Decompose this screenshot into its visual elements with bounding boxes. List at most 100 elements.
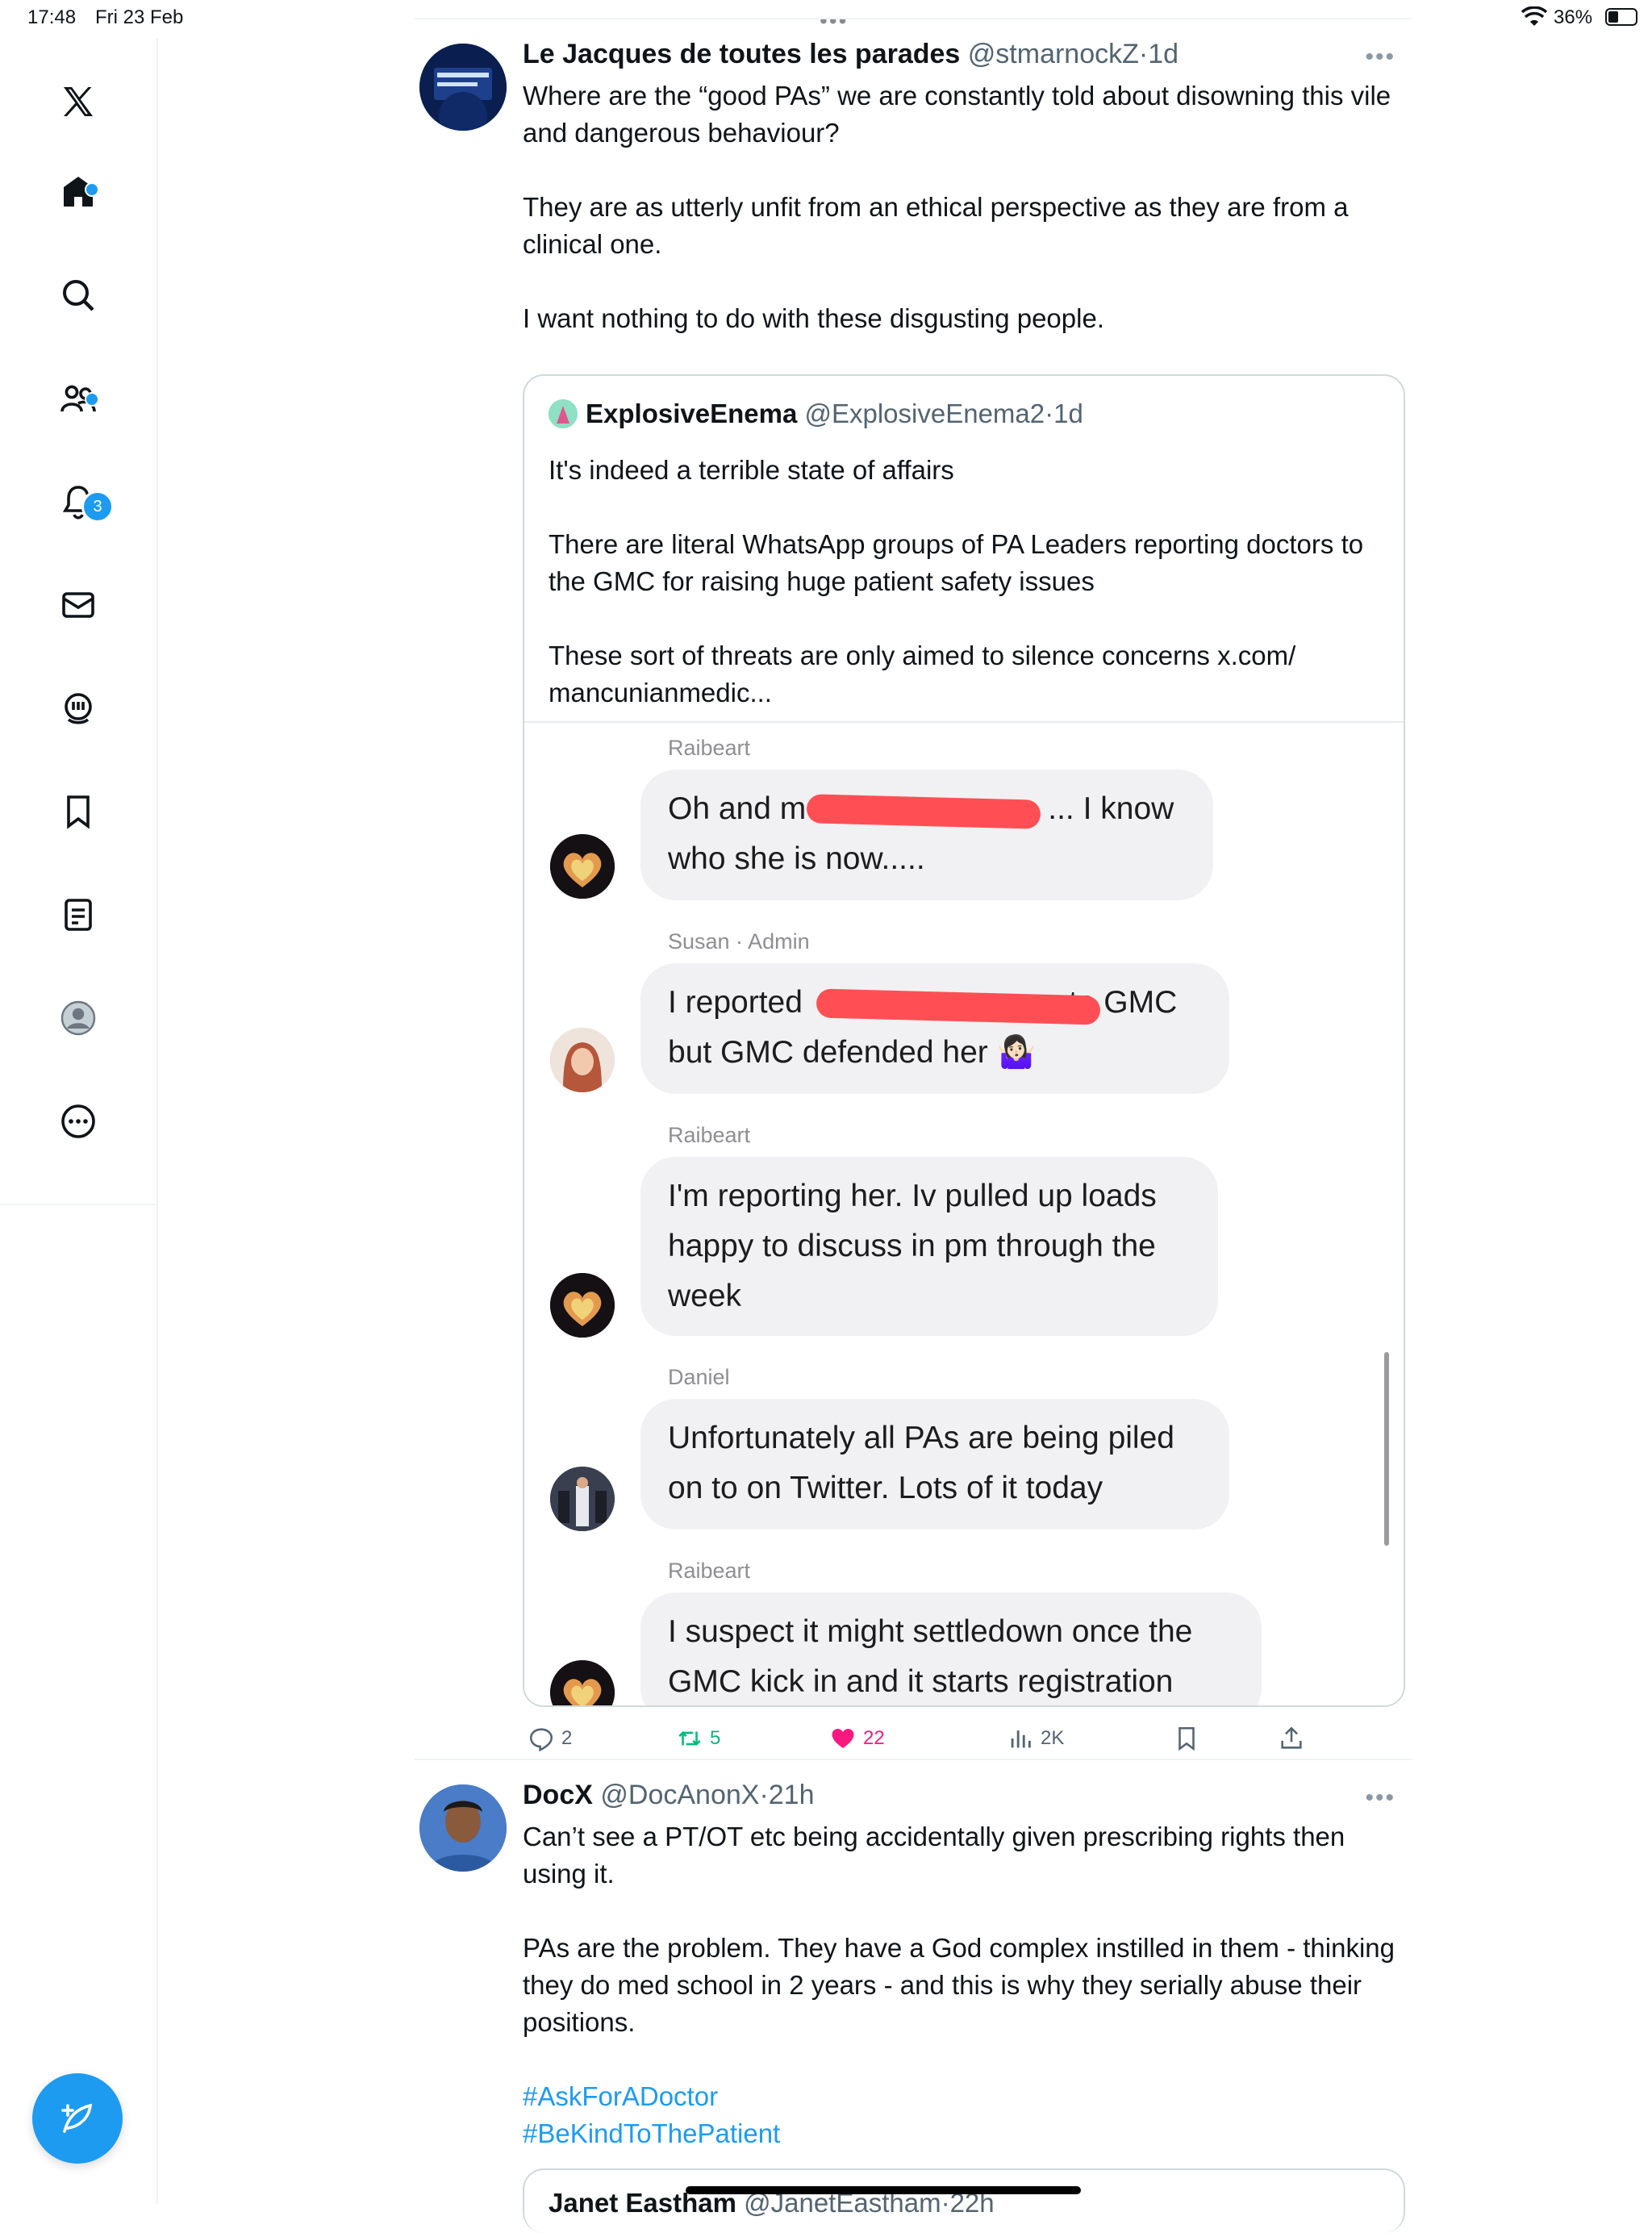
timestamp[interactable]: 21h — [769, 1780, 815, 1810]
share-icon — [1281, 1726, 1302, 1749]
timestamp[interactable]: 1d — [1148, 39, 1179, 69]
communities-notification-dot — [85, 392, 99, 407]
chat-text: Unfortunately all PAs are being piled — [668, 1421, 1174, 1455]
quoted-text: It's indeed a terrible state of affairs … — [549, 452, 1379, 712]
search-icon[interactable] — [54, 271, 102, 319]
chat-text: Oh and m — [668, 791, 807, 826]
sidebar: 3 — [0, 39, 158, 2204]
bookmark-button[interactable] — [1173, 1725, 1200, 1752]
sidebar-divider — [0, 1204, 156, 1205]
quoted-tweet-header: ExplosiveEnema @ExplosiveEnema2 · 1d — [549, 399, 1083, 429]
timeline-top-divider — [415, 18, 1412, 19]
chat-sender: Raibeart — [668, 1123, 751, 1147]
chat-bubble: I suspect it might settledown once the G… — [640, 1592, 1262, 1705]
share-button[interactable] — [1278, 1725, 1305, 1752]
reply-count: 2 — [561, 1727, 573, 1749]
quoted-paragraph: It's indeed a terrible state of affairs — [549, 455, 954, 485]
battery-icon — [1605, 8, 1637, 26]
repost-icon — [678, 1731, 701, 1746]
more-icon[interactable] — [54, 1097, 102, 1146]
status-bar: 17:48 Fri 23 Feb ••• 36% — [0, 0, 1652, 39]
reply-icon — [529, 1728, 553, 1752]
bookmark-icon — [1179, 1726, 1195, 1751]
repost-count: 5 — [710, 1727, 721, 1749]
lists-icon[interactable] — [54, 891, 102, 939]
tweet-paragraph: I want nothing to do with these disgusti… — [523, 303, 1104, 333]
tweet-text: Can’t see a PT/OT etc being accidentally… — [523, 1818, 1402, 2152]
chat-avatar — [550, 1660, 615, 1705]
chat-bubble: I'm reporting her. Iv pulled up loads ha… — [640, 1157, 1218, 1336]
chat-text: I'm reporting her. Iv pulled up loads — [668, 1179, 1157, 1213]
hashtag-link[interactable]: #BeKindToThePatient — [523, 2115, 1402, 2152]
chat-bubble: Unfortunately all PAs are being piled on… — [640, 1399, 1229, 1530]
chat-text: week — [668, 1279, 742, 1313]
quoted-paragraph: There are literal WhatsApp groups of PA … — [549, 529, 1364, 596]
chat-bubble: Oh and m ... I know who she is now..... — [640, 770, 1213, 900]
tweet-header: Le Jacques de toutes les parades @stmarn… — [523, 39, 1179, 69]
quoted-paragraph: These sort of threats are only aimed to … — [549, 641, 1296, 707]
avatar[interactable] — [419, 1784, 507, 1872]
notifications-badge: 3 — [81, 490, 114, 523]
quoted-screenshot-image[interactable]: Raibeart Oh and m ... I know who she is n… — [524, 721, 1404, 1705]
chat-text: who she is now..... — [668, 841, 925, 876]
battery-percent: 36% — [1554, 6, 1593, 28]
chat-avatar — [550, 1273, 615, 1338]
screenshot-scrollbar — [1384, 1352, 1389, 1546]
more-options-icon[interactable]: ••• — [1365, 1784, 1395, 1812]
quoted-display-name: ExplosiveEnema — [586, 399, 798, 428]
status-time: 17:48 — [27, 6, 77, 28]
quoted-avatar — [549, 399, 578, 428]
profile-icon[interactable] — [54, 994, 102, 1042]
chat-avatar — [550, 1028, 615, 1092]
views-icon — [1011, 1730, 1031, 1748]
chat-bubble: I reported to GMC but GMC defended her 🤷🏻… — [640, 963, 1229, 1094]
chat-avatar — [550, 834, 615, 899]
like-count: 22 — [863, 1727, 885, 1749]
display-name[interactable]: DocX — [523, 1780, 593, 1810]
repost-button[interactable]: 5 — [676, 1725, 720, 1752]
handle[interactable]: @DocAnonX — [600, 1780, 759, 1810]
tweet-paragraph: Can’t see a PT/OT etc being accidentally… — [523, 1822, 1345, 1889]
multitasking-dots-icon[interactable]: ••• — [820, 8, 848, 34]
reply-button[interactable]: 2 — [528, 1725, 572, 1752]
messages-icon[interactable] — [54, 581, 102, 629]
grok-icon[interactable] — [54, 684, 102, 733]
handle[interactable]: @stmarnockZ — [968, 39, 1139, 69]
tweet-paragraph: They are as utterly unfit from an ethica… — [523, 192, 1349, 259]
chat-avatar — [550, 1467, 615, 1531]
tweet-text: Where are the “good PAs” we are constant… — [523, 77, 1402, 337]
bookmarks-icon[interactable] — [54, 787, 102, 836]
tweet-paragraph: PAs are the problem. They have a God com… — [523, 1933, 1395, 2037]
chat-sender: Daniel — [668, 1365, 730, 1389]
quoted-handle: @ExplosiveEnema2 — [804, 399, 1045, 428]
views-count: 2K — [1041, 1727, 1065, 1749]
chat-text: but GMC defended her 🤷🏻‍♀️ — [668, 1035, 1037, 1070]
tweet-paragraph: Where are the “good PAs” we are constant… — [523, 81, 1391, 148]
home-notification-dot — [85, 182, 99, 197]
quoted-tweet[interactable]: ExplosiveEnema @ExplosiveEnema2 · 1d It's … — [523, 374, 1405, 1707]
home-indicator[interactable] — [686, 2186, 1081, 2194]
display-name[interactable]: Le Jacques de toutes les parades — [523, 39, 960, 69]
views-button[interactable]: 2K — [1007, 1725, 1064, 1752]
quoted-timestamp: 1d — [1053, 399, 1083, 428]
chat-text: ... I know — [1048, 791, 1174, 826]
chat-text: I suspect it might settledown once the — [668, 1614, 1193, 1649]
chat-sender: Susan · Admin — [668, 929, 810, 954]
chat-text: happy to discuss in pm through the — [668, 1229, 1156, 1263]
tweet-divider — [415, 1759, 1412, 1760]
chat-text: I reported — [668, 985, 803, 1020]
chat-sender: Raibeart — [668, 736, 751, 760]
status-date: Fri 23 Feb — [95, 6, 184, 28]
wifi-icon — [1521, 6, 1548, 33]
compose-icon — [61, 2103, 93, 2133]
tweet-header: DocX @DocAnonX·21h — [523, 1780, 815, 1810]
avatar[interactable] — [419, 44, 507, 131]
x-logo-icon[interactable] — [54, 77, 102, 126]
like-button[interactable]: 22 — [829, 1725, 885, 1752]
quoted-tweet[interactable]: Janet Eastham @JanetEastham·22h — [523, 2168, 1405, 2233]
hashtag-link[interactable]: #AskForADoctor — [523, 2078, 1402, 2115]
heart-icon — [832, 1728, 854, 1749]
more-options-icon[interactable]: ••• — [1365, 44, 1395, 71]
compose-button[interactable] — [32, 2073, 123, 2164]
redaction-mark — [806, 794, 1041, 829]
